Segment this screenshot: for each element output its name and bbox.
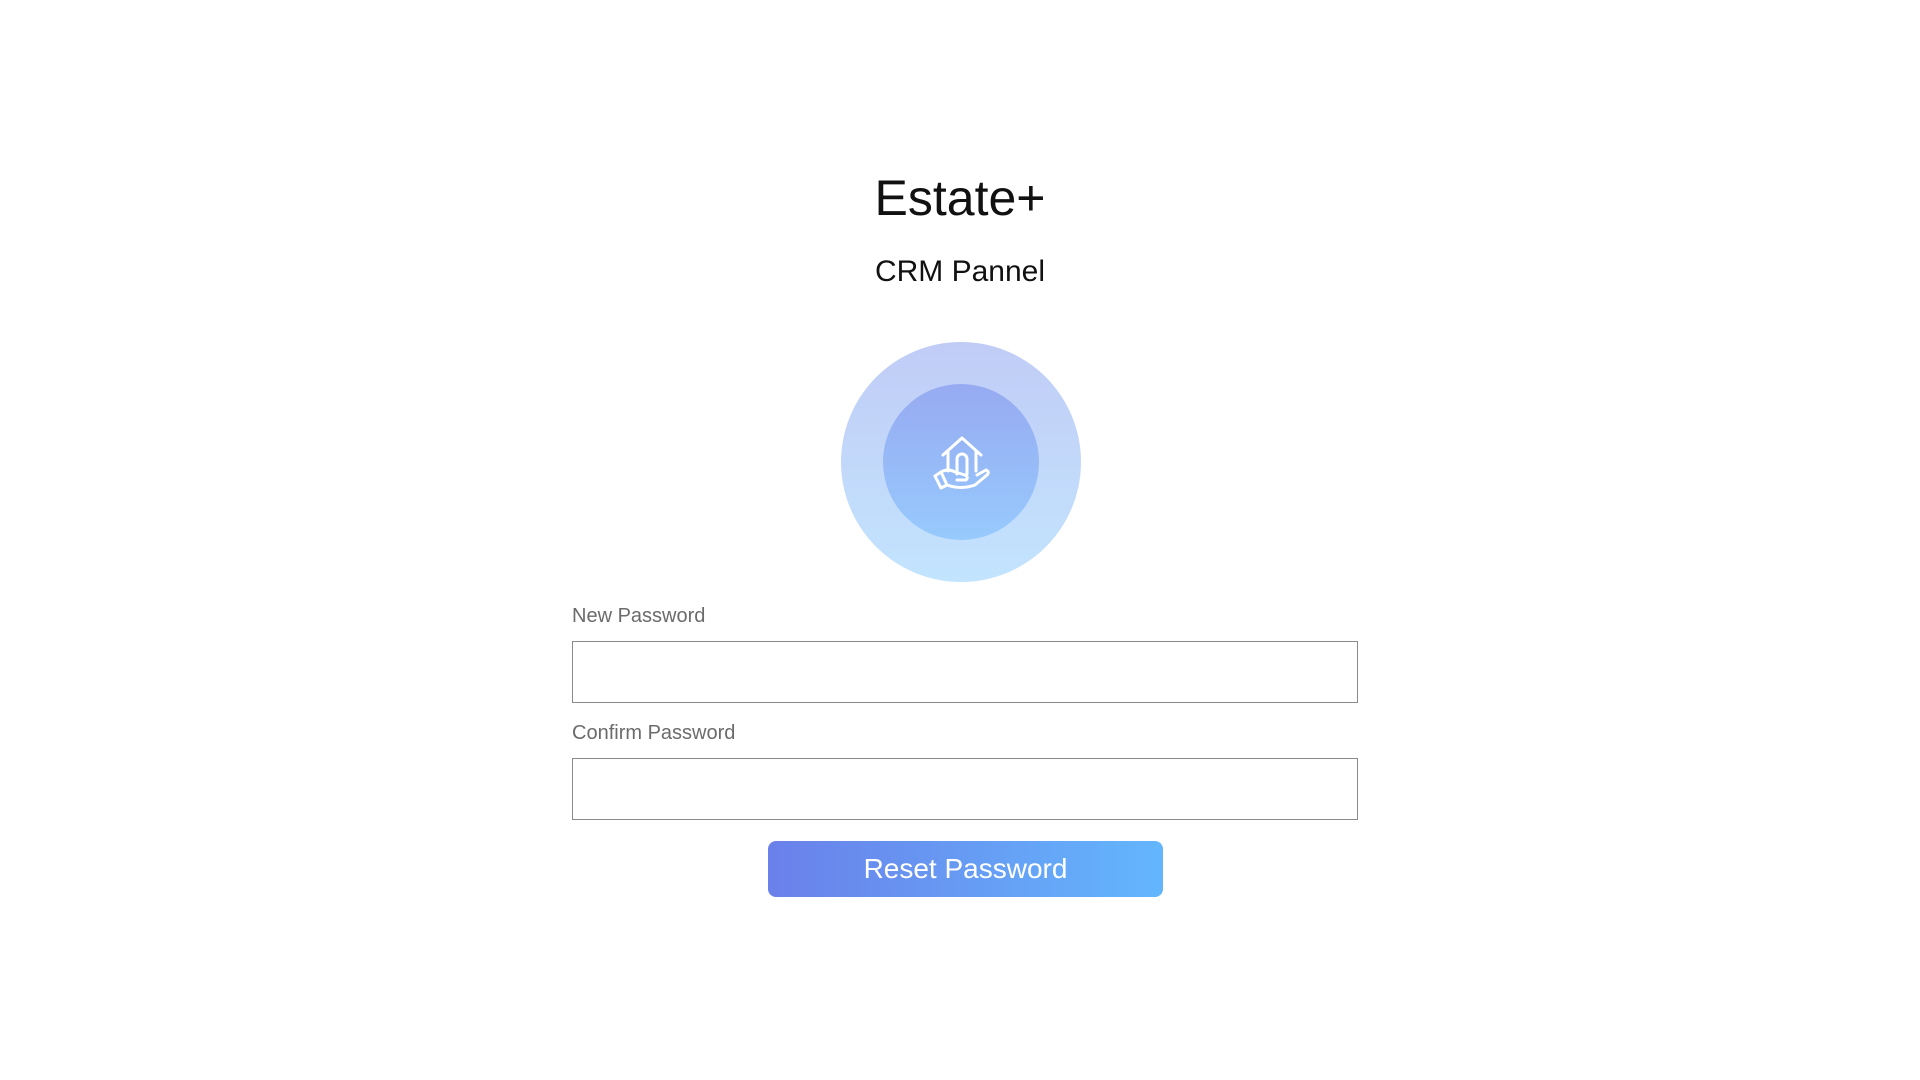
app-subtitle: CRM Pannel xyxy=(874,255,1046,288)
new-password-label: New Password xyxy=(572,605,706,627)
logo-badge-inner xyxy=(883,384,1039,540)
app-title: Estate+ xyxy=(874,170,1046,226)
confirm-password-input[interactable] xyxy=(572,758,1358,820)
reset-password-button[interactable]: Reset Password xyxy=(768,841,1163,897)
reset-password-page: Estate+ CRM Pannel New Password Confirm … xyxy=(0,0,1920,1080)
house-in-hand-icon xyxy=(933,436,990,490)
confirm-password-label: Confirm Password xyxy=(572,722,736,744)
new-password-input[interactable] xyxy=(572,641,1358,703)
logo-badge xyxy=(841,342,1081,582)
